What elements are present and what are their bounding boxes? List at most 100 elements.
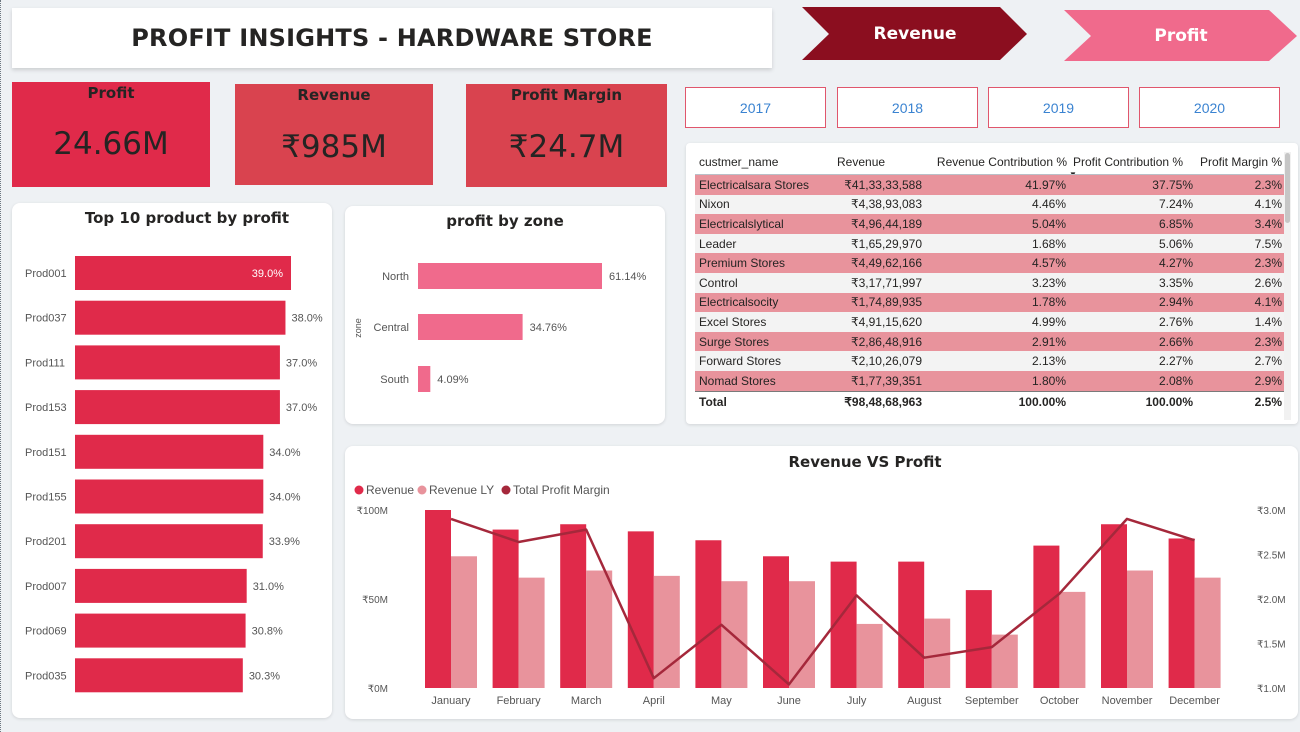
cell-revenue-contribution: 3.23% (925, 272, 1069, 293)
revenue-bar (898, 561, 925, 688)
product-tick-label: Prod069 (25, 626, 67, 638)
cell-profit-contribution: 5.06% (1069, 233, 1196, 254)
table-scrollbar-thumb[interactable] (1285, 153, 1290, 223)
product-data-label: 37.0% (286, 402, 317, 414)
total-revenue-contribution: 100.00% (925, 390, 1069, 412)
table-row[interactable]: Nixon ₹4,38,93,083 4.46% 7.24% 4.1% (695, 194, 1285, 215)
table-row[interactable]: Forward Stores ₹2,10,26,079 2.13% 2.27% 2.7% (695, 351, 1285, 371)
zone-data-label: 61.14% (609, 271, 647, 283)
revenue-nav-button[interactable]: Revenue (802, 7, 1028, 60)
cell-profit-contribution: 37.75% (1069, 174, 1196, 195)
top-products-chart: Prod001 39.0% Prod037 38.0% Prod111 37.0% Prod… (25, 256, 323, 693)
product-bar (75, 524, 263, 559)
table-total-row: Total ₹98,48,68,963 100.00% 100.00% 2.5% (695, 390, 1285, 412)
revenue-ly-bar (586, 570, 613, 688)
product-bar (75, 434, 264, 469)
revenue-bar (695, 540, 722, 688)
table-row[interactable]: Excel Stores ₹4,91,15,620 4.99% 2.76% 1.4% (695, 312, 1285, 332)
table-row[interactable]: Electricalslytical ₹4,96,44,189 5.04% 6.85%… (695, 214, 1285, 234)
kpi-label: Profit (87, 84, 135, 102)
cell-profit-margin: 7.5% (1196, 233, 1285, 254)
product-data-label: 37.0% (286, 357, 317, 369)
cell-customer: Excel Stores (695, 312, 833, 332)
cell-profit-margin: 2.3% (1196, 331, 1285, 352)
cell-customer: Electricalslytical (695, 214, 833, 234)
cell-customer: Leader (695, 233, 833, 254)
product-bar (75, 390, 280, 425)
col-header-profit-contribution[interactable]: Profit Contribution % ▼ (1069, 150, 1196, 175)
zone-tick-label: North (382, 271, 409, 283)
profit-nav-button[interactable]: Profit (1064, 10, 1298, 61)
product-data-label: 39.0% (252, 268, 283, 280)
year-2018-button[interactable]: 2018 (837, 87, 978, 128)
month-tick-label: June (777, 695, 801, 707)
month-tick-label: March (571, 695, 602, 707)
revenue-ly-bar (653, 575, 680, 688)
cell-profit-contribution: 6.85% (1069, 214, 1196, 234)
cell-revenue: ₹1,74,89,935 (833, 292, 925, 313)
total-profit-margin: 2.5% (1196, 390, 1285, 412)
col-header-customer[interactable]: custmer_name (695, 150, 833, 175)
table-row[interactable]: Surge Stores ₹2,86,48,916 2.91% 2.66% 2.3% (695, 331, 1285, 352)
cell-customer: Electricalsocity (695, 292, 833, 313)
profit-kpi-card: Profit 24.66M (12, 82, 210, 187)
col-header-revenue[interactable]: Revenue (833, 150, 925, 175)
profit-nav-label: Profit (1154, 25, 1208, 46)
month-tick-label: February (497, 695, 542, 707)
cell-revenue-contribution: 1.68% (925, 233, 1069, 254)
cell-customer: Forward Stores (695, 351, 833, 371)
cell-revenue-contribution: 2.13% (925, 351, 1069, 371)
cell-revenue: ₹4,91,15,620 (833, 312, 925, 332)
table-row[interactable]: Premium Stores ₹4,49,62,166 4.57% 4.27% 2.3% (695, 253, 1285, 273)
product-data-label: 34.0% (269, 492, 300, 504)
legend-marker (417, 485, 427, 495)
col-header-revenue-contribution[interactable]: Revenue Contribution % (925, 150, 1069, 175)
product-bar (75, 300, 286, 335)
revenue-ly-bar (1194, 577, 1221, 688)
table-row[interactable]: Leader ₹1,65,29,970 1.68% 5.06% 7.5% (695, 233, 1285, 254)
zone-data-label: 34.76% (530, 322, 568, 334)
table-row[interactable]: Control ₹3,17,71,997 3.23% 3.35% 2.6% (695, 272, 1285, 293)
month-tick-label: November (1102, 695, 1153, 707)
zone-tick-label: South (380, 374, 409, 386)
product-bar (75, 479, 264, 514)
product-tick-label: Prod151 (25, 447, 67, 459)
product-bar (75, 658, 243, 693)
product-tick-label: Prod155 (25, 492, 67, 504)
cell-profit-margin: 2.3% (1196, 253, 1285, 273)
cell-profit-contribution: 2.66% (1069, 331, 1196, 352)
revenue-bar (1101, 524, 1127, 688)
cell-revenue-contribution: 1.78% (925, 292, 1069, 313)
table-row[interactable]: Electricalsocity ₹1,74,89,935 1.78% 2.94% 4.… (695, 292, 1285, 313)
product-data-label: 34.0% (269, 447, 300, 459)
kpi-value: ₹24.7M (508, 129, 625, 165)
cell-revenue-contribution: 4.46% (925, 194, 1069, 215)
legend-label: Total Profit Margin (513, 483, 610, 497)
cell-customer: Premium Stores (695, 253, 833, 273)
cell-revenue-contribution: 4.99% (925, 312, 1069, 332)
product-tick-label: Prod111 (25, 357, 65, 369)
col-header-profit-margin[interactable]: Profit Margin % (1196, 150, 1285, 175)
legend-label: Revenue LY (429, 483, 494, 497)
cell-profit-margin: 2.3% (1196, 174, 1285, 195)
cell-revenue: ₹4,96,44,189 (833, 214, 925, 234)
cell-profit-contribution: 7.24% (1069, 194, 1196, 215)
year-2017-button[interactable]: 2017 (685, 87, 826, 128)
year-2019-button[interactable]: 2019 (988, 87, 1129, 128)
cell-revenue-contribution: 1.80% (925, 370, 1069, 392)
revenue-bar (1033, 545, 1060, 688)
kpi-value: ₹985M (281, 129, 387, 165)
table-row[interactable]: Nomad Stores ₹1,77,39,351 1.80% 2.08% 2.9% (695, 370, 1285, 392)
cell-profit-contribution: 2.94% (1069, 292, 1196, 313)
month-tick-label: October (1040, 695, 1079, 707)
cell-revenue-contribution: 2.91% (925, 331, 1069, 352)
cell-customer: Nixon (695, 194, 833, 215)
zone-title: profit by zone (446, 212, 564, 230)
cell-profit-contribution: 3.35% (1069, 272, 1196, 293)
revenue-ly-bar (1127, 570, 1153, 688)
total-revenue: ₹98,48,68,963 (833, 390, 925, 412)
page-title: PROFIT INSIGHTS - HARDWARE STORE (131, 24, 653, 52)
table-row[interactable]: Electricalsara Stores ₹41,33,33,588 41.97%… (695, 174, 1285, 195)
cell-revenue-contribution: 4.57% (925, 253, 1069, 273)
year-2020-button[interactable]: 2020 (1139, 87, 1280, 128)
